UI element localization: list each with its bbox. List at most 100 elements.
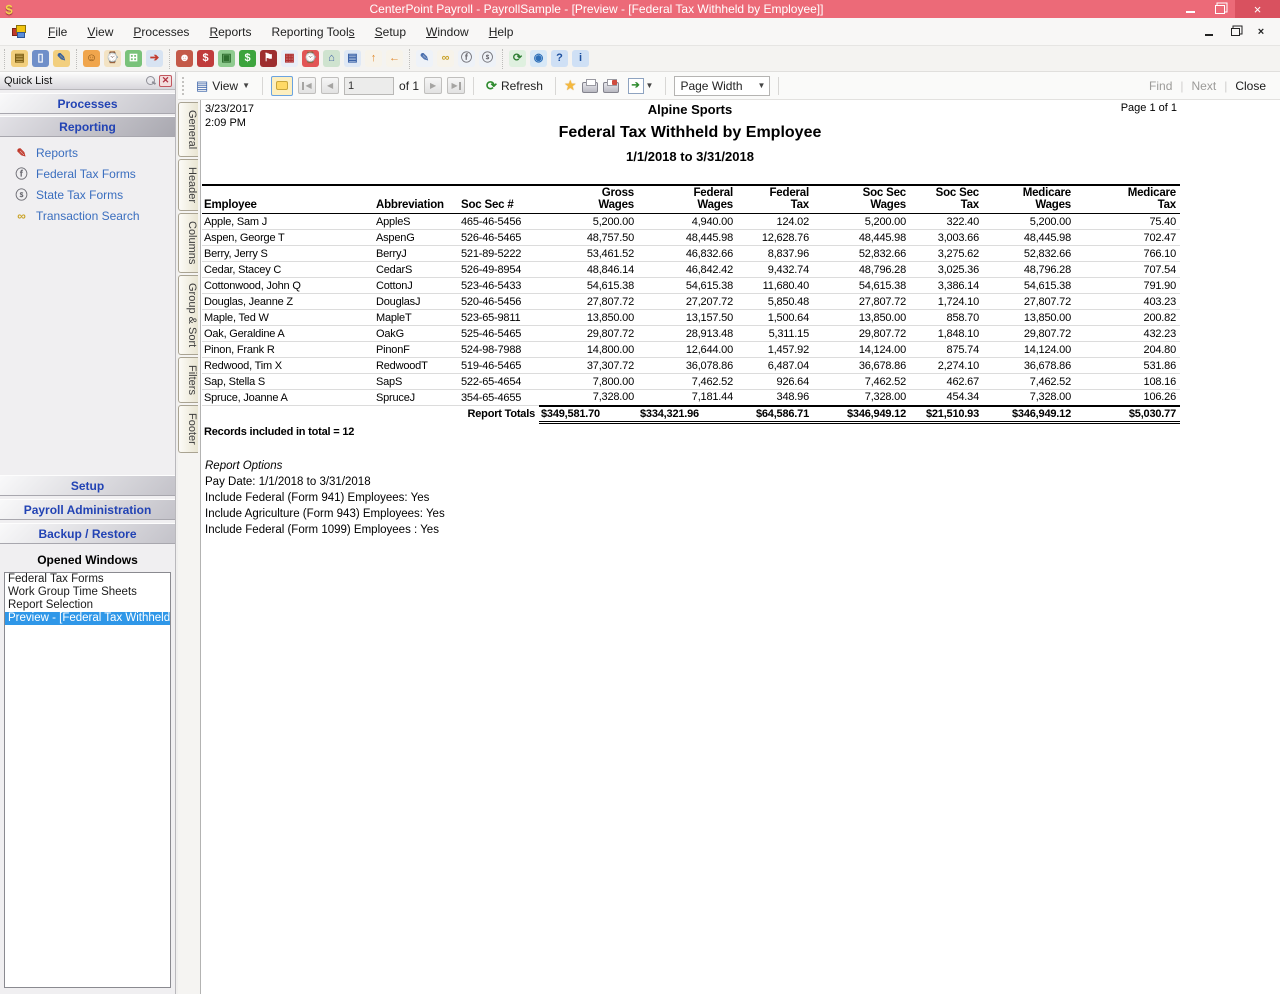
report-settings-tab[interactable]: Columns bbox=[178, 213, 198, 273]
federal-coins-icon[interactable]: ⓕ bbox=[458, 50, 475, 67]
opened-windows-list: Federal Tax Forms Work Group Time Sheets… bbox=[4, 572, 171, 988]
report-settings-tab[interactable]: General bbox=[178, 102, 198, 158]
favorite-star-icon[interactable]: ★ bbox=[564, 77, 577, 94]
reminders-icon[interactable]: ⌚ bbox=[302, 50, 319, 67]
sidebar-section-header[interactable]: Processes bbox=[0, 93, 175, 114]
sidebar-section-header[interactable]: Setup bbox=[0, 475, 175, 496]
menu-item[interactable]: Help bbox=[479, 18, 524, 45]
last-page-button[interactable]: ▶ bbox=[447, 77, 466, 94]
exit-icon[interactable]: ▯ bbox=[32, 50, 49, 67]
arrow-up-icon[interactable]: ↑ bbox=[365, 50, 382, 67]
opened-window-item[interactable]: Report Selection bbox=[5, 599, 170, 612]
view-icon: ▤ bbox=[196, 77, 209, 93]
menu-item[interactable]: View bbox=[77, 18, 123, 45]
quick-list-item[interactable]: ⓕ Federal Tax Forms bbox=[14, 163, 173, 184]
app-icon: $ bbox=[5, 1, 13, 17]
previous-page-button[interactable]: ◀ bbox=[321, 77, 340, 94]
quick-list-item[interactable]: ✎ Reports bbox=[14, 142, 173, 163]
opened-windows-label: Opened Windows bbox=[37, 553, 138, 567]
report-settings-tab[interactable]: Filters bbox=[178, 356, 198, 403]
opened-window-item[interactable]: Federal Tax Forms bbox=[5, 573, 170, 586]
report-page-number: Page 1 of 1 bbox=[1120, 102, 1177, 114]
find-button[interactable]: Find bbox=[1149, 79, 1172, 93]
quick-list-close-button[interactable]: ✕ bbox=[159, 74, 172, 87]
timesheets-icon[interactable]: ⊞ bbox=[125, 50, 142, 67]
toolbar-grip bbox=[182, 76, 185, 95]
menu-item[interactable]: Processes bbox=[123, 18, 199, 45]
find-next-button[interactable]: Next bbox=[1192, 79, 1217, 93]
first-page-button[interactable]: ◀ bbox=[298, 77, 317, 94]
help-icon[interactable]: ? bbox=[551, 50, 568, 67]
pin-icon[interactable] bbox=[145, 75, 156, 86]
close-button[interactable]: × bbox=[1235, 0, 1280, 18]
annotation-button[interactable] bbox=[271, 75, 294, 96]
transaction-search-icon: ∞ bbox=[17, 208, 26, 223]
quick-list-title: Quick List bbox=[4, 74, 53, 87]
menu-item[interactable]: File bbox=[38, 18, 77, 45]
time-clock-icon[interactable]: ⌚ bbox=[104, 50, 121, 67]
employee-maintenance-icon[interactable]: ☻ bbox=[176, 50, 193, 67]
sidebar-section-header[interactable]: Payroll Administration bbox=[0, 499, 175, 520]
minimize-button[interactable] bbox=[1175, 0, 1205, 18]
chevron-down-icon: ▼ bbox=[242, 81, 251, 90]
state-coins-icon[interactable]: ⓢ bbox=[479, 50, 496, 67]
zoom-select[interactable]: Page Width ▼ bbox=[674, 75, 771, 96]
menu-item[interactable]: Window bbox=[416, 18, 479, 45]
globe-icon[interactable]: ◉ bbox=[530, 50, 547, 67]
mdi-system-icon[interactable] bbox=[12, 24, 28, 39]
opened-window-item[interactable]: Preview - [Federal Tax Withheld b bbox=[5, 612, 170, 625]
process-payroll-icon[interactable]: ▣ bbox=[218, 50, 235, 67]
export-dropdown[interactable]: ➔ ▼ bbox=[624, 76, 658, 96]
item-list-icon[interactable]: ▤ bbox=[344, 50, 361, 67]
opened-window-item[interactable]: Work Group Time Sheets bbox=[5, 586, 170, 599]
mdi-minimize-button[interactable] bbox=[1200, 25, 1218, 39]
menu-item[interactable]: Setup bbox=[365, 18, 416, 45]
refresh-button[interactable]: ⟳ Refresh bbox=[482, 76, 547, 96]
table-row: Spruce, Joanne A SpruceJ 354-65-4655 7,328.… bbox=[202, 389, 1180, 406]
info-icon[interactable]: i bbox=[572, 50, 589, 67]
close-preview-button[interactable]: Close bbox=[1235, 79, 1266, 93]
quick-list-items: ✎ Reports ⓕ Federal Tax Forms ⓢ State Ta… bbox=[14, 142, 173, 226]
web-sync-icon[interactable]: ⟳ bbox=[509, 50, 526, 67]
employees-icon[interactable]: ☺ bbox=[83, 50, 100, 67]
mdi-restore-button[interactable] bbox=[1226, 25, 1244, 39]
menu-bar: File View Processes Reports Reporting To… bbox=[0, 18, 1280, 46]
view-dropdown[interactable]: ▤ View ▼ bbox=[192, 76, 254, 96]
federal-tax-forms-icon: ⓕ bbox=[15, 167, 28, 181]
print-icon[interactable] bbox=[581, 78, 598, 93]
next-page-button[interactable]: ▶ bbox=[424, 77, 443, 94]
web-employee-icon[interactable]: ➔ bbox=[146, 50, 163, 67]
sidebar-section-header[interactable]: Reporting bbox=[0, 116, 175, 137]
calendar-icon[interactable]: ▦ bbox=[281, 50, 298, 67]
sidebar-section-header[interactable]: Backup / Restore bbox=[0, 523, 175, 544]
arrow-back-icon[interactable]: ← bbox=[386, 50, 403, 67]
journal-icon[interactable]: ⚑ bbox=[260, 50, 277, 67]
restore-button[interactable] bbox=[1205, 0, 1235, 18]
table-row: Maple, Ted W MapleT 523-65-9811 13,850.00 13… bbox=[202, 309, 1180, 326]
report-table-header: Employee Abbreviation Soc Sec # Gross Wages F… bbox=[202, 184, 1180, 214]
menu-item[interactable]: Reports bbox=[199, 18, 261, 45]
table-row: Pinon, Frank R PinonF 524-98-7988 14,800.00… bbox=[202, 341, 1180, 358]
report-settings-tab[interactable]: Footer bbox=[178, 404, 198, 453]
pay-employees-icon[interactable]: $ bbox=[197, 50, 214, 67]
binoculars-icon[interactable]: ∞ bbox=[437, 50, 454, 67]
home-icon[interactable]: ⌂ bbox=[323, 50, 340, 67]
menu-item[interactable]: Reporting Tool s bbox=[261, 18, 364, 45]
mdi-close-button[interactable]: × bbox=[1252, 25, 1270, 39]
folder-edit-icon[interactable]: ✎ bbox=[53, 50, 70, 67]
report-settings-tab[interactable]: Header bbox=[178, 159, 198, 212]
print-setup-icon[interactable] bbox=[602, 78, 619, 93]
report-designer-icon[interactable]: ✎ bbox=[416, 50, 433, 67]
report-settings-tab[interactable]: Group & Sort bbox=[178, 274, 198, 355]
quick-list-item[interactable]: ∞ Transaction Search bbox=[14, 205, 173, 226]
quick-list-item[interactable]: ⓢ State Tax Forms bbox=[14, 184, 173, 205]
payments-icon[interactable]: $ bbox=[239, 50, 256, 67]
main-toolbar: ▤ ▯ ✎ ☺ ⌚ ⊞ ➔ ☻ $ ▣ $ ⚑ ▦ ⌚ ⌂ ▤ ↑ ← ✎ ∞ ⓕ ⓢ ⟳ ◉? i bbox=[0, 46, 1280, 72]
page-number-input[interactable] bbox=[344, 76, 395, 95]
reports-icon: ✎ bbox=[16, 145, 27, 160]
quick-list-item-label: State Tax Forms bbox=[36, 187, 124, 202]
open-icon[interactable]: ▤ bbox=[11, 50, 28, 67]
report-company-name: Alpine Sports bbox=[647, 102, 733, 117]
report-page: 3/23/2017 2:09 PM Alpine Sports Federal … bbox=[200, 100, 1280, 994]
table-row: Cottonwood, John Q CottonJ 523-46-5433 54,6… bbox=[202, 277, 1180, 294]
